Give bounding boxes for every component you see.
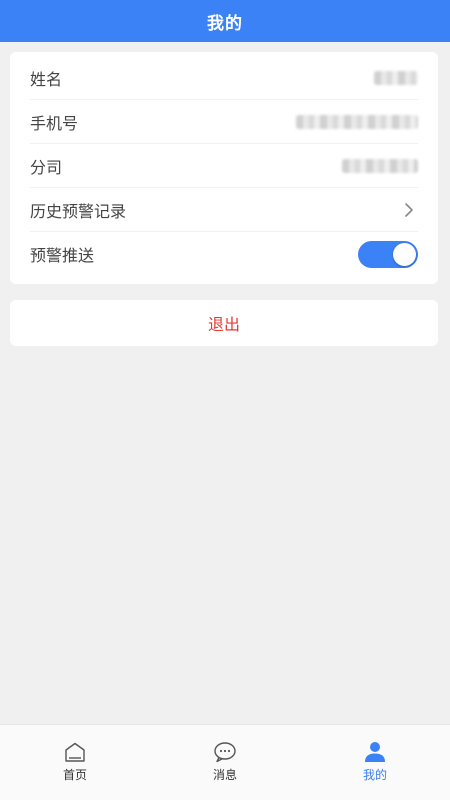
phone-value-redacted <box>296 114 418 129</box>
branch-label: 分司 <box>30 157 63 177</box>
tab-home-label: 首页 <box>62 768 87 782</box>
page-title: 我的 <box>207 13 243 34</box>
tab-message[interactable]: 消息 <box>150 725 300 800</box>
user-icon <box>362 740 388 764</box>
bottom-tabbar: 首页 消息 我的 <box>0 724 450 800</box>
logout-button[interactable]: 退出 <box>10 300 438 346</box>
row-branch: 分司 <box>30 144 418 188</box>
profile-card: 姓名 手机号 分司 历史预警记录 预警推送 <box>10 52 438 284</box>
tab-message-label: 消息 <box>212 768 237 782</box>
row-alert-push: 预警推送 <box>30 232 418 276</box>
name-value-redacted <box>374 70 418 85</box>
app-header: 我的 <box>0 0 450 42</box>
branch-value-redacted <box>342 158 418 173</box>
phone-label: 手机号 <box>30 113 79 133</box>
tab-home[interactable]: 首页 <box>0 725 150 800</box>
row-phone: 手机号 <box>30 100 418 144</box>
row-name: 姓名 <box>30 56 418 100</box>
alert-push-label: 预警推送 <box>30 246 95 265</box>
alert-history-label: 历史预警记录 <box>30 201 127 221</box>
alert-push-toggle[interactable] <box>358 240 418 268</box>
row-alert-history[interactable]: 历史预警记录 <box>30 188 418 232</box>
tab-mine-label: 我的 <box>362 768 387 782</box>
home-icon <box>62 740 88 764</box>
name-label: 姓名 <box>30 69 63 89</box>
message-icon <box>212 740 238 764</box>
logout-label: 退出 <box>207 315 240 334</box>
tab-mine[interactable]: 我的 <box>300 725 450 800</box>
chevron-right-icon <box>400 201 418 219</box>
toggle-knob <box>393 242 416 266</box>
